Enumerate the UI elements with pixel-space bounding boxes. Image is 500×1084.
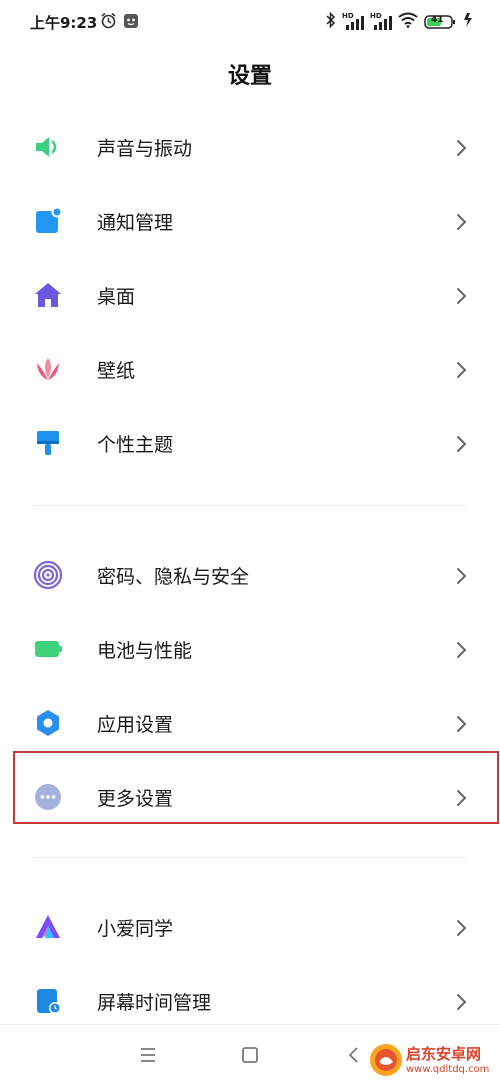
settings-item-label: 声音与振动 bbox=[97, 138, 193, 160]
fingerprint-icon bbox=[33, 560, 63, 590]
chevron-right-icon bbox=[455, 566, 469, 586]
settings-item-notifications[interactable]: 通知管理 bbox=[0, 181, 500, 255]
app-notification-icon bbox=[123, 13, 139, 33]
chevron-right-icon bbox=[455, 918, 469, 938]
cellular-signal-1-icon: HD bbox=[342, 12, 364, 30]
home-button[interactable] bbox=[238, 1043, 262, 1067]
chevron-right-icon bbox=[455, 640, 469, 660]
cellular-signal-2-icon: HD bbox=[370, 12, 392, 30]
watermark-title: 启东安卓网 bbox=[406, 1045, 482, 1063]
battery-status-icon: 41 bbox=[424, 14, 456, 30]
alarm-icon bbox=[100, 12, 117, 33]
settings-item-label: 小爱同学 bbox=[97, 918, 174, 940]
settings-item-xiaoai[interactable]: 小爱同学 bbox=[0, 887, 500, 961]
gear-icon bbox=[33, 708, 63, 738]
wifi-icon bbox=[398, 12, 418, 32]
charging-icon bbox=[462, 12, 476, 32]
watermark-url: www.qdltdq.com bbox=[406, 1064, 490, 1075]
speaker-icon bbox=[33, 132, 63, 162]
settings-item-label: 电池与性能 bbox=[97, 640, 193, 662]
settings-item-privacy-security[interactable]: 密码、隐私与安全 bbox=[0, 535, 500, 609]
back-button[interactable] bbox=[342, 1043, 366, 1067]
highlight-annotation-box bbox=[13, 751, 499, 824]
settings-item-label: 通知管理 bbox=[97, 212, 174, 234]
settings-item-home-screen[interactable]: 桌面 bbox=[0, 255, 500, 329]
settings-item-label: 应用设置 bbox=[97, 714, 174, 736]
chevron-right-icon bbox=[455, 714, 469, 734]
menu-button[interactable] bbox=[136, 1043, 160, 1067]
brush-icon bbox=[33, 428, 63, 458]
bluetooth-icon bbox=[326, 11, 336, 32]
chevron-right-icon bbox=[455, 360, 469, 380]
chevron-right-icon bbox=[455, 286, 469, 306]
settings-item-label: 屏幕时间管理 bbox=[97, 992, 212, 1014]
status-time: 上午9:23 bbox=[30, 14, 98, 32]
screen-time-icon bbox=[33, 986, 63, 1016]
settings-item-label: 壁纸 bbox=[97, 360, 136, 382]
chevron-right-icon bbox=[455, 212, 469, 232]
page-title: 设置 bbox=[227, 64, 272, 89]
notification-icon bbox=[33, 206, 63, 236]
watermark: 启东安卓网 www.qdltdq.com bbox=[368, 1042, 498, 1082]
watermark-logo-icon bbox=[368, 1042, 404, 1078]
chevron-right-icon bbox=[455, 434, 469, 454]
chevron-right-icon bbox=[455, 138, 469, 158]
settings-item-battery-performance[interactable]: 电池与性能 bbox=[0, 609, 500, 683]
settings-item-label: 桌面 bbox=[97, 286, 136, 308]
xiaoai-icon bbox=[33, 912, 63, 942]
section-divider bbox=[33, 857, 467, 858]
chevron-right-icon bbox=[455, 992, 469, 1012]
settings-item-app-settings[interactable]: 应用设置 bbox=[0, 683, 500, 757]
status-bar: 上午9:23 HD HD 41 bbox=[0, 0, 500, 46]
settings-item-label: 密码、隐私与安全 bbox=[97, 566, 250, 588]
tulip-icon bbox=[33, 354, 63, 384]
battery-icon bbox=[33, 634, 63, 664]
settings-item-wallpaper[interactable]: 壁纸 bbox=[0, 329, 500, 403]
settings-item-sound[interactable]: 声音与振动 bbox=[0, 107, 500, 181]
home-icon bbox=[33, 280, 63, 310]
section-divider bbox=[33, 505, 467, 506]
settings-item-label: 个性主题 bbox=[97, 434, 174, 456]
settings-item-themes[interactable]: 个性主题 bbox=[0, 403, 500, 477]
